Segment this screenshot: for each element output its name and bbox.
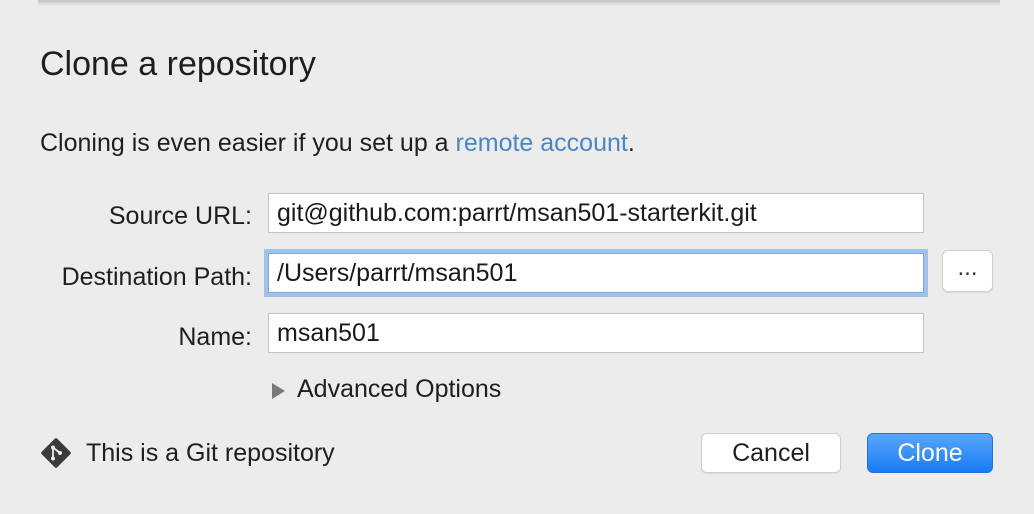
info-text-suffix: . — [627, 129, 635, 157]
repository-type-text: This is a Git repository — [86, 439, 335, 467]
clone-button[interactable]: Clone — [867, 433, 993, 473]
destination-path-label: Destination Path: — [61, 263, 252, 291]
git-diamond-icon — [41, 438, 71, 468]
browse-button[interactable]: ... — [942, 250, 993, 292]
name-label: Name: — [178, 323, 252, 351]
repository-type-indicator: This is a Git repository — [40, 436, 335, 470]
name-input[interactable] — [268, 313, 924, 353]
disclosure-triangle-icon[interactable] — [272, 382, 285, 399]
cancel-button[interactable]: Cancel — [701, 433, 841, 473]
remote-account-link[interactable]: remote account — [456, 129, 628, 157]
source-url-label: Source URL: — [108, 202, 252, 230]
destination-path-input[interactable] — [268, 253, 924, 293]
info-text-prefix: Cloning is even easier if you set up a — [40, 129, 456, 157]
advanced-options-label[interactable]: Advanced Options — [297, 372, 501, 406]
advanced-options-disclosure[interactable]: Advanced Options — [272, 372, 501, 406]
source-url-input[interactable] — [268, 193, 924, 233]
sheet-top-edge — [38, 0, 1000, 6]
dialog-title: Clone a repository — [40, 45, 316, 83]
info-text: Cloning is even easier if you set up a r… — [40, 126, 635, 160]
